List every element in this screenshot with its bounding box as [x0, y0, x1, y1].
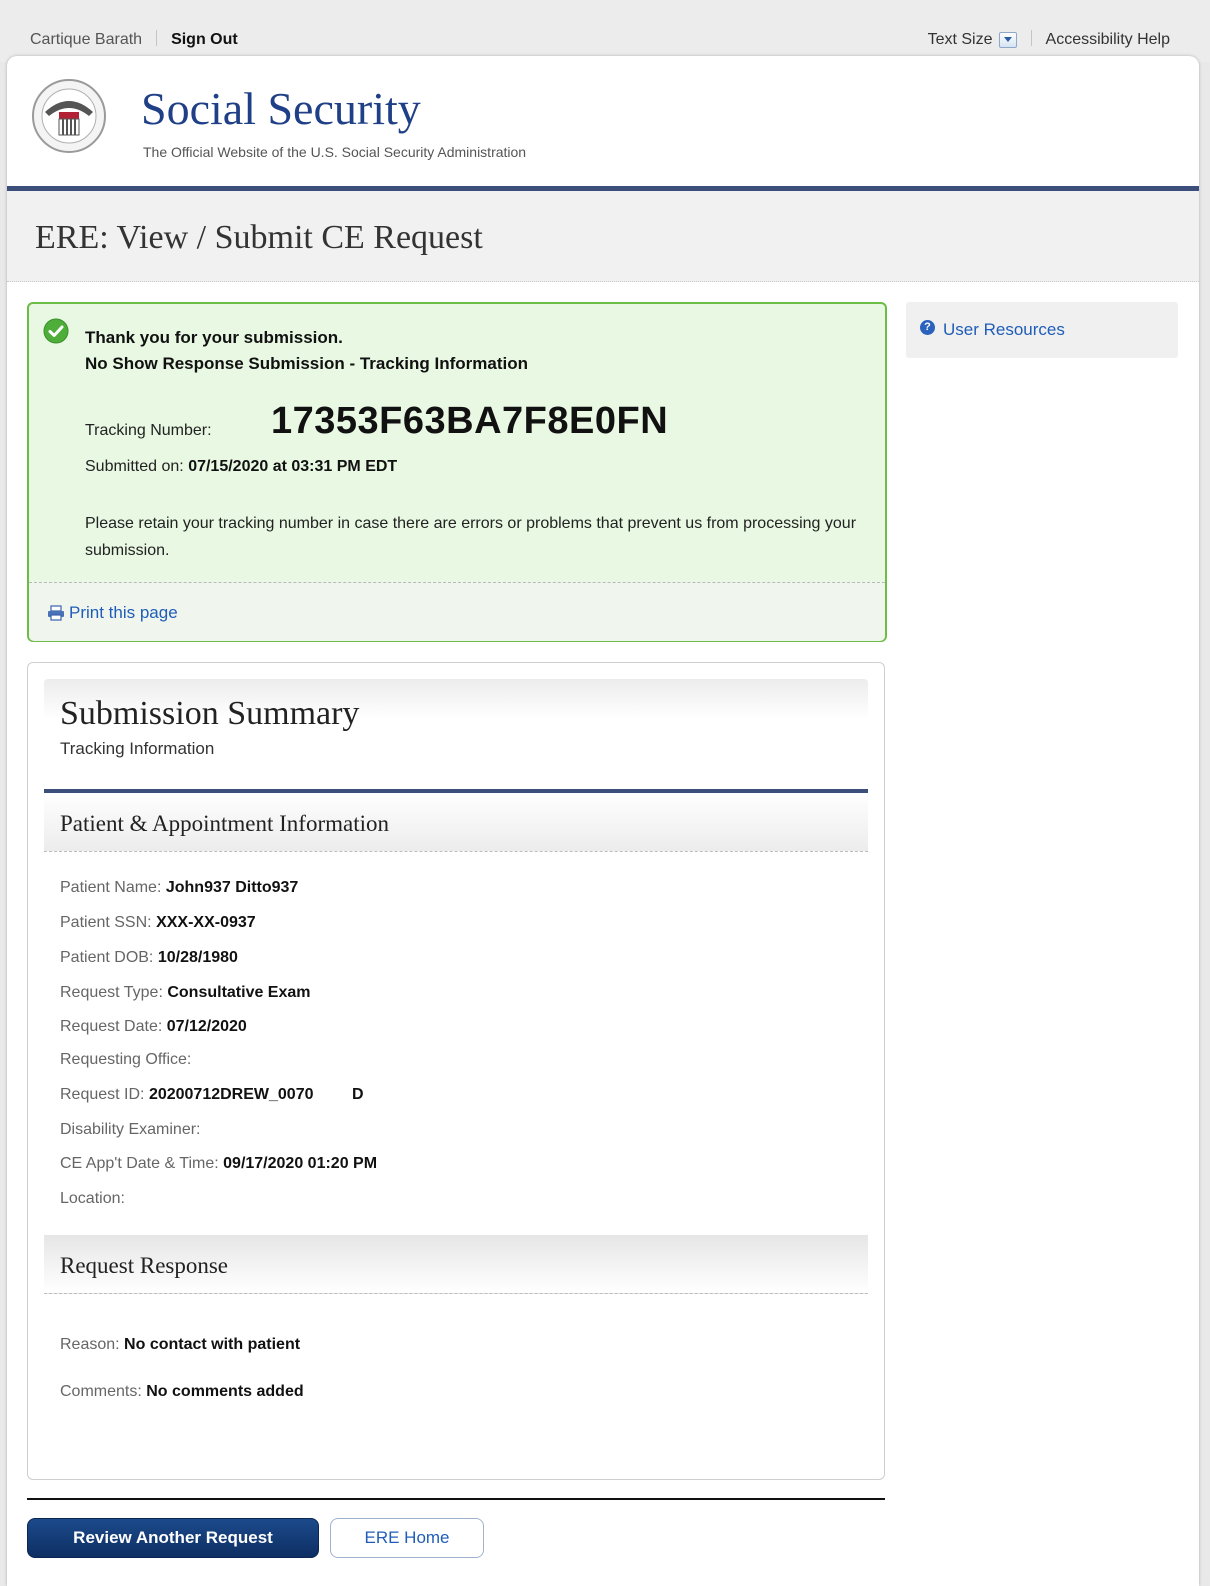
divider: [1030, 30, 1032, 46]
summary-header: Submission Summary Tracking Information: [44, 679, 868, 789]
section-title: Patient & Appointment Information: [60, 811, 389, 836]
field-value: 09/17/2020 01:20 PM: [223, 1155, 378, 1172]
site-header: Social Security The Official Website of …: [7, 56, 1199, 186]
success-check-icon: [43, 318, 69, 344]
user-resources-box: ? User Resources: [906, 302, 1178, 358]
section-header-patient: Patient & Appointment Information: [44, 793, 868, 852]
sign-out-link[interactable]: Sign Out: [171, 31, 238, 48]
field-label: Request Type:: [60, 984, 163, 1001]
submitted-label: Submitted on:: [85, 458, 184, 475]
utility-links: Text Size Accessibility Help: [928, 30, 1170, 49]
text-size-control[interactable]: Text Size: [928, 31, 1017, 49]
field-request-id: Request ID: 20200712DREW_0070 D: [60, 1086, 364, 1104]
field-label: Requesting Office:: [60, 1051, 192, 1068]
field-patient-ssn: Patient SSN: XXX-XX-0937: [60, 914, 256, 932]
printer-icon: [48, 605, 64, 621]
summary-subtitle: Tracking Information: [60, 739, 215, 758]
field-label: Request ID:: [60, 1086, 145, 1103]
field-label: Location:: [60, 1190, 125, 1207]
field-value: 20200712DREW_0070: [148, 1086, 314, 1103]
user-name: Cartique Barath: [30, 31, 143, 48]
main-panel: Social Security The Official Website of …: [7, 56, 1199, 1586]
field-value: 10/28/1980: [157, 949, 238, 966]
section-header-response: Request Response: [44, 1235, 868, 1294]
field-disability-examiner: Disability Examiner:: [60, 1121, 200, 1139]
field-ce-appt-date: CE App't Date & Time: 09/17/2020 01:20 P…: [60, 1155, 377, 1173]
submitted-value: 07/15/2020 at 03:31 PM EDT: [188, 458, 398, 475]
field-label: Reason:: [60, 1336, 120, 1353]
site-subtitle: The Official Website of the U.S. Social …: [143, 144, 527, 160]
user-area: Cartique Barath Sign Out: [30, 30, 238, 49]
field-comments: Comments: No comments added: [60, 1383, 304, 1401]
success-message-box: Thank you for your submission. No Show R…: [27, 302, 887, 642]
user-resources-link[interactable]: ? User Resources: [920, 319, 1065, 340]
summary-title: Submission Summary: [60, 695, 360, 732]
field-requesting-office: Requesting Office:: [60, 1051, 191, 1069]
field-request-date: Request Date: 07/12/2020: [60, 1018, 247, 1036]
field-value: 07/12/2020: [166, 1018, 247, 1035]
field-label: Patient SSN:: [60, 914, 152, 931]
success-subheading: No Show Response Submission - Tracking I…: [85, 354, 528, 373]
site-title[interactable]: Social Security: [141, 82, 421, 135]
divider: [156, 30, 158, 46]
field-location: Location:: [60, 1190, 125, 1208]
print-page-label[interactable]: Print this page: [69, 603, 178, 623]
field-label: Disability Examiner:: [60, 1121, 201, 1138]
field-suffix: D: [351, 1086, 364, 1103]
user-resources-label[interactable]: User Resources: [943, 320, 1065, 340]
submission-summary-card: Submission Summary Tracking Information …: [27, 662, 885, 1480]
review-another-request-button[interactable]: Review Another Request: [27, 1518, 319, 1558]
field-value: Consultative Exam: [167, 984, 311, 1001]
action-divider: [27, 1498, 885, 1500]
field-label: Patient Name:: [60, 879, 162, 896]
success-footer: Print this page: [29, 582, 885, 641]
submitted-on: Submitted on: 07/15/2020 at 03:31 PM EDT: [85, 458, 397, 476]
field-reason: Reason: No contact with patient: [60, 1336, 300, 1354]
field-request-type: Request Type: Consultative Exam: [60, 984, 311, 1002]
tracking-number: 17353F63BA7F8E0FN: [271, 400, 669, 442]
section-title: Request Response: [60, 1253, 229, 1278]
field-value: John937 Ditto937: [165, 879, 299, 896]
field-label: Request Date:: [60, 1018, 163, 1035]
chevron-down-icon[interactable]: [998, 32, 1017, 48]
tracking-number-label: Tracking Number:: [85, 422, 212, 439]
print-page-link[interactable]: Print this page: [47, 603, 178, 623]
field-label: Patient DOB:: [60, 949, 154, 966]
field-label: CE App't Date & Time:: [60, 1155, 219, 1172]
page-title: ERE: View / Submit CE Request: [35, 219, 483, 256]
text-size-label: Text Size: [927, 31, 993, 48]
accessibility-help-link[interactable]: Accessibility Help: [1046, 31, 1170, 48]
utility-bar: Cartique Barath Sign Out Text Size Access…: [0, 0, 1210, 62]
retain-notice: Please retain your tracking number in ca…: [85, 515, 857, 559]
field-value: No comments added: [146, 1383, 304, 1400]
ssa-seal-logo[interactable]: [31, 78, 107, 154]
field-patient-name: Patient Name: John937 Ditto937: [60, 879, 298, 897]
ere-home-button[interactable]: ERE Home: [330, 1518, 484, 1558]
success-heading: Thank you for your submission.: [85, 328, 343, 347]
field-value: No contact with patient: [124, 1336, 301, 1353]
field-patient-dob: Patient DOB: 10/28/1980: [60, 949, 238, 967]
page-heading-bar: ERE: View / Submit CE Request: [7, 191, 1199, 282]
field-label: Comments:: [60, 1383, 142, 1400]
field-value: XXX-XX-0937: [156, 914, 256, 931]
help-icon: ?: [920, 319, 935, 335]
